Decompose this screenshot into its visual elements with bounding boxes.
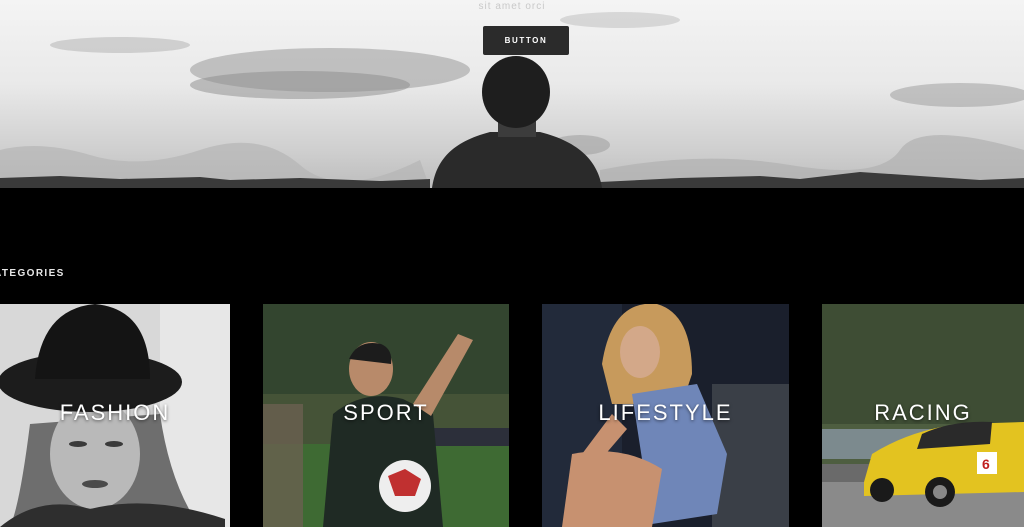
category-label-fashion: FASHION <box>59 400 171 425</box>
category-label-lifestyle: LIFESTYLE <box>598 400 733 425</box>
category-label-sport: SPORT <box>343 400 429 425</box>
categories-heading: ATEGORIES <box>0 268 65 279</box>
category-card-racing[interactable]: 6 RACING <box>822 304 1024 527</box>
category-card-fashion[interactable]: FASHION <box>0 304 230 527</box>
hero-banner: sit amet orci BUTTON <box>0 0 1024 188</box>
category-card-sport[interactable]: SPORT <box>263 304 509 527</box>
category-label-racing: RACING <box>874 400 972 425</box>
hero-subtitle: sit amet orci <box>478 1 546 12</box>
svg-text:6: 6 <box>982 456 990 472</box>
hero-button[interactable]: BUTTON <box>483 26 569 55</box>
category-card-lifestyle[interactable]: LIFESTYLE <box>542 304 789 527</box>
